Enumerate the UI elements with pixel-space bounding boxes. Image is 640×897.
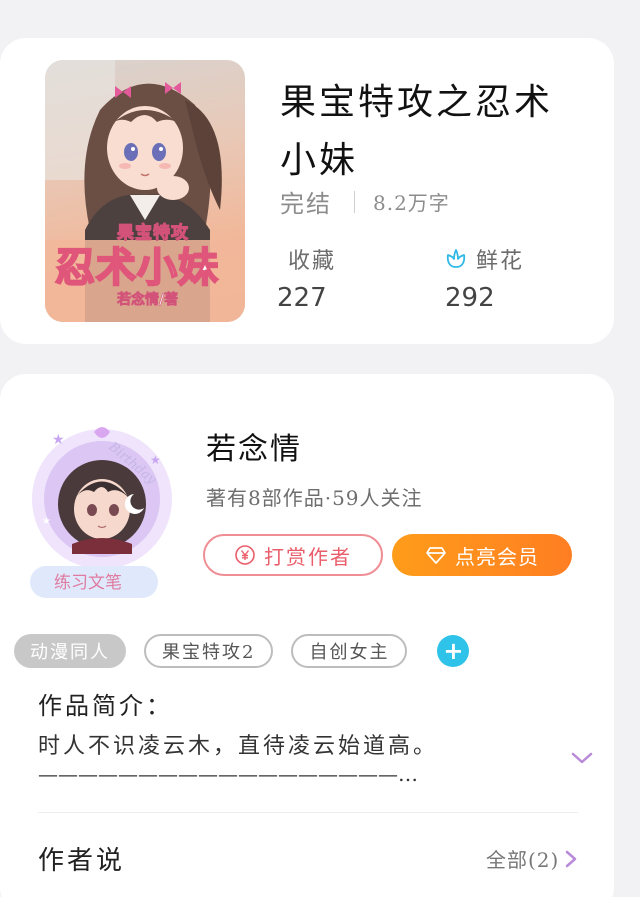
diamond-icon	[425, 545, 447, 565]
tag-item[interactable]: 自创女主	[291, 634, 408, 668]
svg-text:★: ★	[52, 432, 65, 448]
book-title: 果宝特攻之忍术小妹	[280, 82, 554, 181]
yen-circle-icon	[234, 544, 256, 566]
tip-author-label: 打赏作者	[264, 544, 352, 569]
author-says-all-link[interactable]: 全部(2)	[486, 844, 577, 873]
book-info-card: 果宝特攻 忍术小妹 若念情/著 果宝特攻之忍术小妹 完结 8.2万字 收藏 22…	[0, 38, 614, 344]
tag-item[interactable]: 动漫同人	[14, 634, 126, 668]
author-card: ★ ★ ★ 练习文笔 Birthday 若念情 著有8部作品·59人关注 打赏作…	[0, 374, 614, 897]
meta-divider	[354, 190, 355, 213]
section-divider	[38, 812, 578, 813]
book-meta: 完结 8.2万字	[280, 184, 450, 219]
cover-title-text: 忍术小妹	[54, 244, 219, 292]
book-cover[interactable]: 果宝特攻 忍术小妹 若念情/著	[45, 60, 245, 322]
intro-text: 时人不识凌云木，直待凌云始道高。	[38, 734, 439, 759]
tag-list: 动漫同人 果宝特攻2 自创女主 +	[14, 634, 470, 668]
svg-text:★: ★	[42, 516, 51, 527]
flowers-label[interactable]: 鲜花	[444, 243, 524, 275]
favorites-label-text: 收藏	[288, 249, 337, 274]
add-tag-button[interactable]: +	[437, 635, 470, 667]
plus-icon: +	[443, 637, 464, 665]
favorites-label[interactable]: 收藏	[288, 243, 336, 275]
intro-continuation: ——————————————————…	[38, 762, 418, 786]
flowers-label-text: 鲜花	[476, 249, 525, 274]
avatar-illustration: ★ ★ ★ 练习文笔 Birthday	[30, 427, 172, 598]
author-info: 著有8部作品·59人关注	[206, 486, 423, 510]
book-word-count: 8.2万字	[373, 191, 450, 215]
tag-item[interactable]: 果宝特攻2	[144, 634, 274, 668]
activate-vip-button[interactable]: 点亮会员	[392, 534, 572, 576]
favorites-count: 227	[277, 283, 327, 313]
flowers-count: 292	[445, 283, 495, 313]
author-says-heading: 作者说	[38, 846, 126, 876]
author-says-all-label: 全部(2)	[486, 848, 560, 872]
author-name[interactable]: 若念情	[206, 424, 302, 468]
flower-icon	[444, 247, 468, 271]
book-status: 完结	[280, 190, 332, 218]
intro-heading: 作品简介：	[38, 692, 173, 720]
author-avatar[interactable]: ★ ★ ★ 练习文笔 Birthday	[22, 404, 182, 604]
avatar-badge-text: 练习文笔	[54, 573, 122, 593]
chevron-right-icon	[565, 849, 577, 869]
cover-author-text: 若念情/著	[117, 292, 179, 309]
activate-vip-label: 点亮会员	[455, 544, 539, 569]
tip-author-button[interactable]: 打赏作者	[203, 534, 383, 576]
chevron-down-icon[interactable]	[570, 750, 594, 770]
svg-text:★: ★	[150, 453, 161, 467]
